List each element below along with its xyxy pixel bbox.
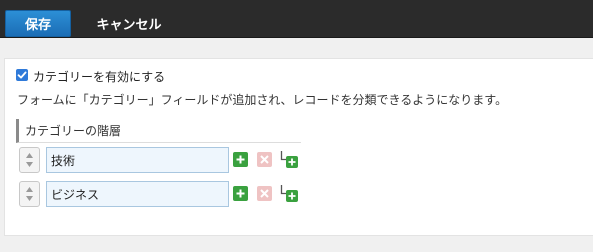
add-child-icon[interactable]	[280, 150, 299, 169]
enable-category-checkbox[interactable]	[16, 69, 28, 81]
delete-category-button[interactable]	[257, 186, 272, 201]
plus-icon	[236, 189, 245, 198]
sort-handle[interactable]	[19, 181, 40, 207]
category-name-input[interactable]: ビジネス	[46, 181, 229, 207]
enable-category-label[interactable]: カテゴリーを有効にする	[33, 68, 165, 85]
sort-arrows-icon	[26, 153, 33, 167]
category-hierarchy-heading: カテゴリーの階層	[16, 119, 301, 143]
add-category-button[interactable]	[233, 152, 248, 167]
cancel-button[interactable]: キャンセル	[88, 10, 170, 37]
category-name-input[interactable]: 技術	[46, 147, 229, 173]
add-category-button[interactable]	[233, 186, 248, 201]
sort-arrows-icon	[26, 187, 33, 201]
sort-handle[interactable]	[19, 147, 40, 173]
x-icon	[260, 155, 269, 164]
checkmark-icon	[17, 71, 27, 79]
category-row: ビジネス	[0, 181, 593, 209]
plus-icon	[236, 155, 245, 164]
x-icon	[260, 189, 269, 198]
category-description: フォームに「カテゴリー」フィールドが追加され、レコードを分類できるようになります…	[17, 93, 508, 107]
save-button[interactable]: 保存	[5, 10, 71, 37]
category-row: 技術	[0, 147, 593, 175]
add-child-icon[interactable]	[280, 184, 299, 203]
toolbar: 保存 キャンセル	[0, 0, 593, 38]
delete-category-button[interactable]	[257, 152, 272, 167]
